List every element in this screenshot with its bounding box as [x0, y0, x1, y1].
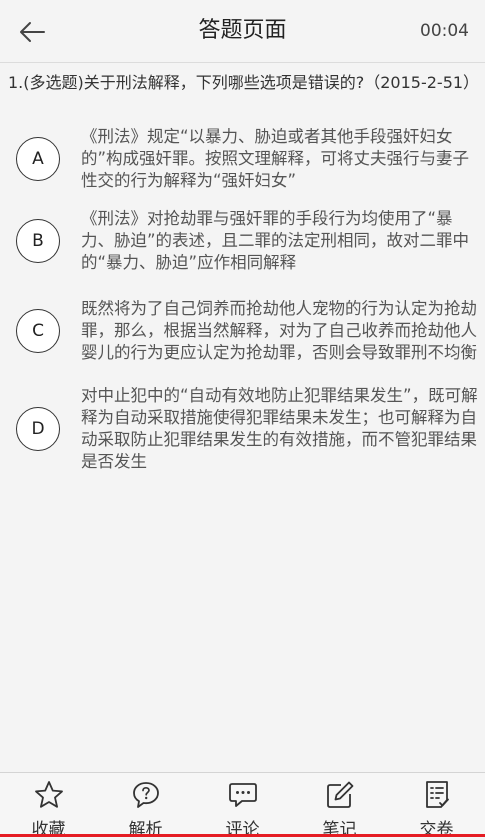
arrow-left-icon [20, 22, 45, 42]
tab-notes[interactable]: 笔记 [300, 773, 380, 840]
option-d-circle[interactable]: D [16, 407, 60, 451]
option-a[interactable]: A 《刑法》规定“以暴力、胁迫或者其他手段强奸妇女的”构成强奸罪。按照文理解释，… [0, 122, 485, 196]
comment-icon [228, 783, 257, 807]
timer: 00:04 [420, 21, 469, 41]
tab-submit[interactable]: 交卷 [397, 773, 477, 840]
question-bubble-icon [132, 782, 159, 808]
option-a-text[interactable]: 《刑法》规定“以暴力、胁迫或者其他手段强奸妇女的”构成强奸罪。按照文理解释，可将… [81, 126, 481, 192]
tab-analysis[interactable]: 解析 [106, 773, 186, 840]
tab-comment[interactable]: 评论 [203, 773, 283, 840]
options-list: A 《刑法》规定“以暴力、胁迫或者其他手段强奸妇女的”构成强奸罪。按照文理解释，… [0, 122, 485, 482]
star-icon [34, 781, 63, 808]
option-d[interactable]: D 对中止犯中的“自动有效地防止犯罪结果发生”，既可解释为自动采取措施使得犯罪结… [0, 384, 485, 474]
option-c-circle[interactable]: C [16, 309, 60, 353]
option-b-text[interactable]: 《刑法》对抢劫罪与强奸罪的手段行为均使用了“暴力、胁迫”的表述，且二罪的法定刑相… [81, 208, 481, 274]
option-c-text[interactable]: 既然将为了自己饲养而抢劫他人宠物的行为认定为抢劫罪，那么，根据当然解释，对为了自… [81, 298, 481, 364]
bottom-tab-bar: 收藏 解析 评论 笔记 交卷 [0, 772, 485, 840]
page-title: 答题页面 [198, 18, 287, 43]
option-d-text[interactable]: 对中止犯中的“自动有效地防止犯罪结果发生”，既可解释为自动采取措施使得犯罪结果未… [81, 385, 481, 473]
back-button[interactable] [14, 14, 50, 50]
option-b[interactable]: B 《刑法》对抢劫罪与强奸罪的手段行为均使用了“暴力、胁迫”的表述，且二罪的法定… [0, 204, 485, 278]
tab-favorite[interactable]: 收藏 [9, 773, 89, 840]
submit-paper-icon [425, 781, 449, 808]
edit-note-icon [326, 781, 353, 808]
option-c[interactable]: C 既然将为了自己饲养而抢劫他人宠物的行为认定为抢劫罪，那么，根据当然解释，对为… [0, 286, 485, 376]
option-b-circle[interactable]: B [16, 219, 60, 263]
top-bar: 答题页面 00:04 [0, 0, 485, 63]
question-text: 1.(多选题)关于刑法解释，下列哪些选项是错误的?（2015-2-51） [8, 73, 480, 92]
option-a-circle[interactable]: A [16, 137, 60, 181]
